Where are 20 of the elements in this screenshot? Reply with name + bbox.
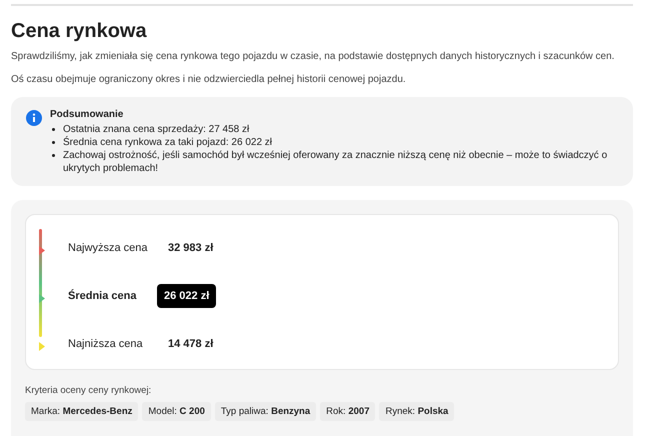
criteria-title: Kryteria oceny ceny rynkowej: (25, 385, 152, 396)
price-label: Najniższa cena (68, 338, 144, 350)
price-value: 14 478 zł (168, 337, 214, 352)
criteria-tag: Rynek: Polska (379, 402, 454, 421)
criteria-tag: Rok: 2007 (320, 402, 376, 421)
summary-item: Średnia cena rynkowa za taki pojazd: 26 022 zł (63, 136, 272, 149)
page-title: Cena rynkowa (11, 20, 148, 43)
summary-title: Podsumowanie (50, 109, 124, 120)
summary-item: Ostatnia znana cena sprzedaży: 27 458 zł (63, 123, 250, 136)
price-badge: 26 022 zł (157, 284, 216, 308)
summary-item: Zachowaj ostrożność, jeśli samochód był wcześniej oferowany za znacznie niższą cenę niż obecnie – może to świadczyć o ukrytych problemach! (63, 149, 608, 175)
criteria-tag: Model: C 200 (142, 402, 211, 421)
price-value: 32 983 zł (168, 241, 214, 256)
criteria-tag: Marka: Mercedes-Benz (25, 402, 138, 421)
description-text: Sprawdziliśmy, jak zmieniała się cena rynkowa tego pojazdu w czasie, na podstawie dostępnych danych historycznych i szacunków cen. (11, 51, 616, 62)
description-text: Oś czasu obejmuje ograniczony okres i nie odzwierciedla pełnej historii cenowej pojazdu. (11, 74, 407, 85)
price-label: Najwyższa cena (68, 242, 148, 254)
price-label: Średnia cena (68, 290, 138, 302)
criteria-tag: Typ paliwa: Benzyna (214, 402, 316, 421)
info-icon (26, 110, 42, 126)
